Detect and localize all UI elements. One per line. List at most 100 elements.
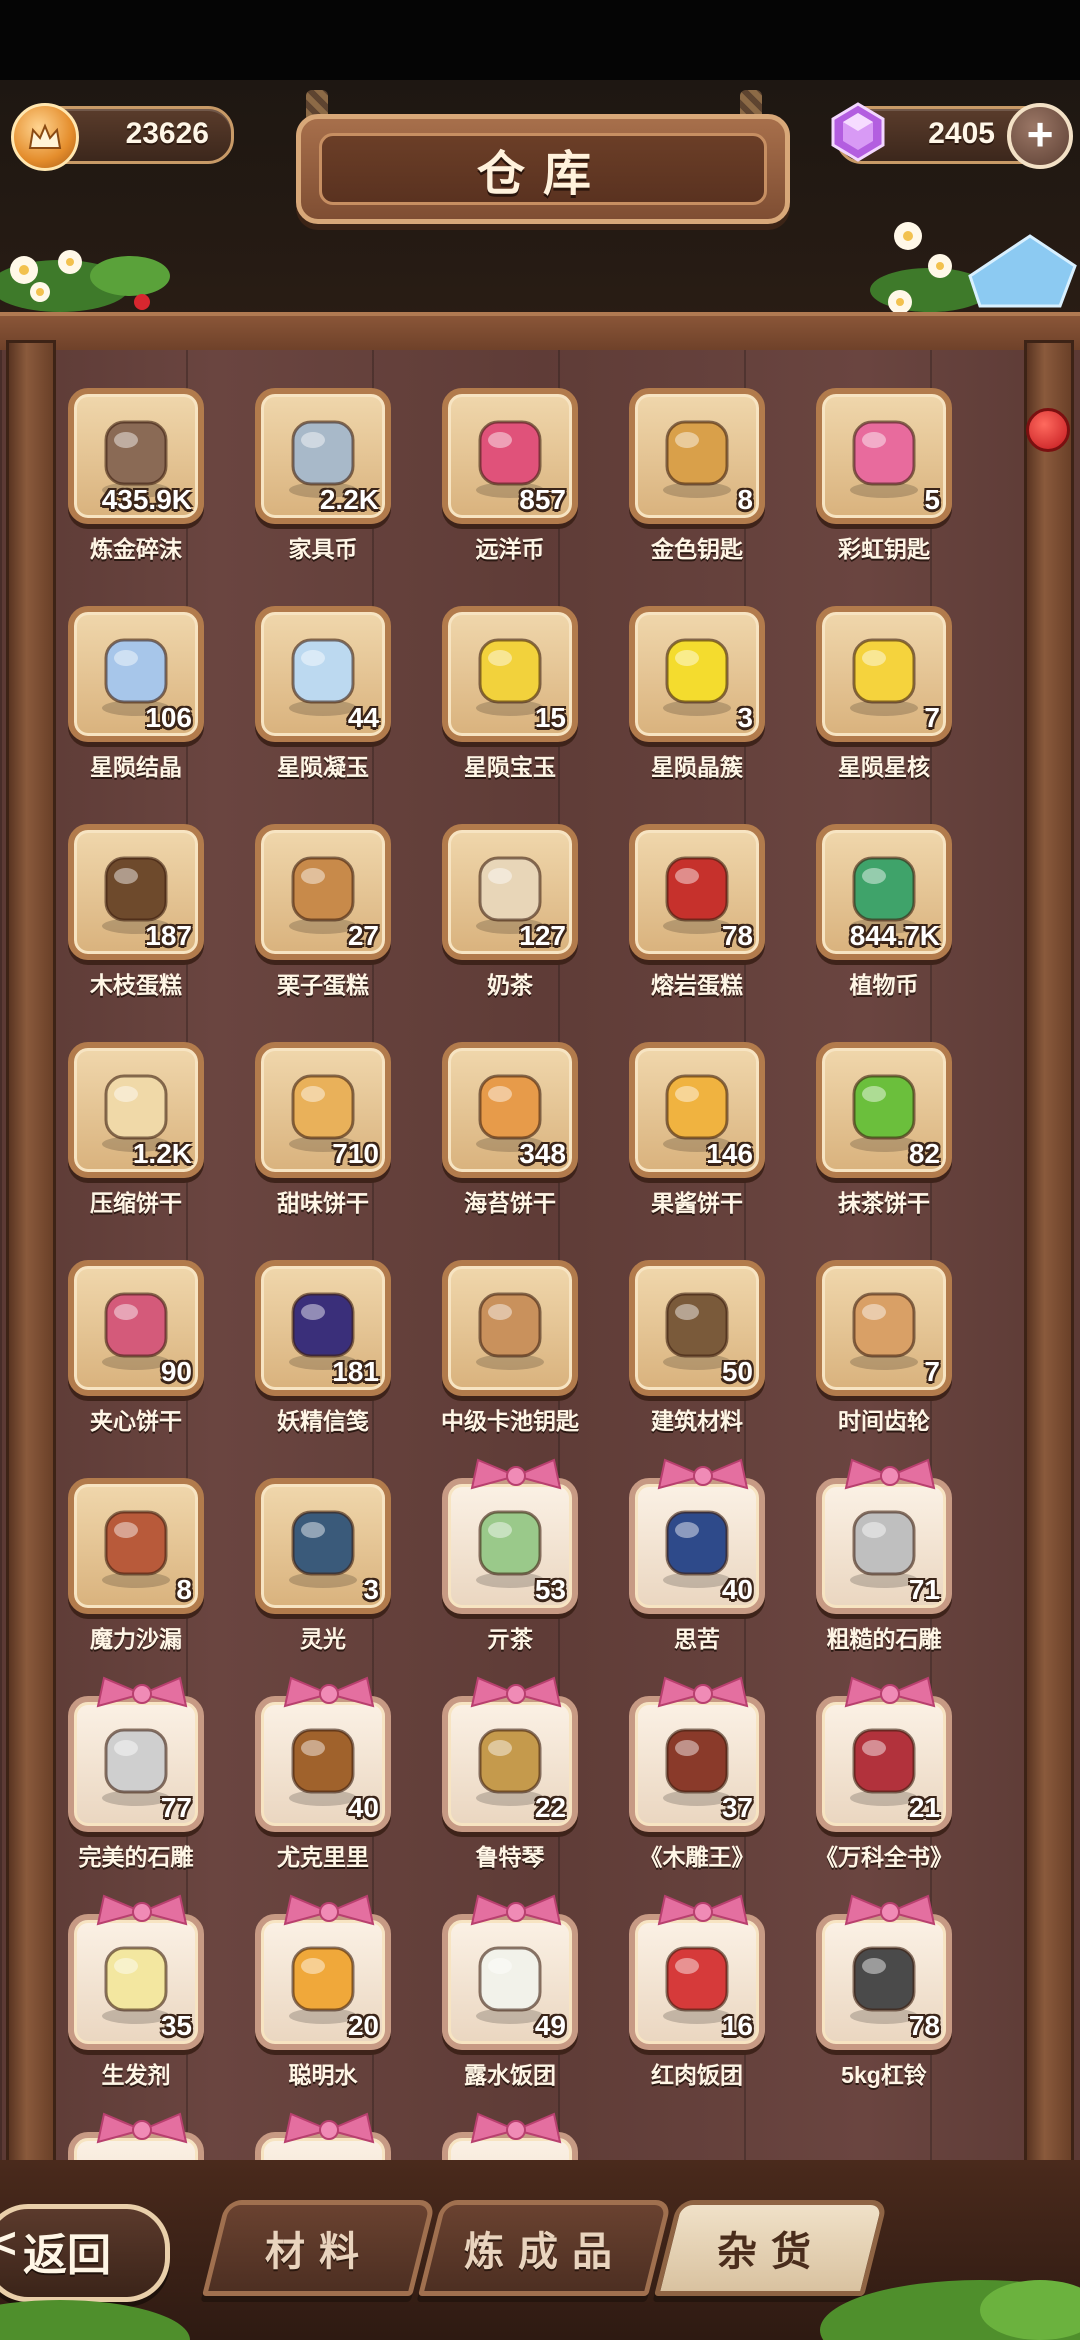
inventory-item[interactable]: 435.9K 炼金碎沫 bbox=[68, 388, 228, 588]
item-name: 妖精信笺 bbox=[277, 1408, 369, 1434]
item-tile[interactable]: 146 bbox=[629, 1042, 765, 1178]
inventory-item[interactable]: 710 甜味饼干 bbox=[255, 1042, 415, 1242]
item-tile[interactable]: 181 bbox=[255, 1260, 391, 1396]
inventory-item[interactable]: 146 果酱饼干 bbox=[629, 1042, 789, 1242]
add-gem-button[interactable]: + bbox=[1007, 103, 1073, 169]
item-tile[interactable]: 1.2K bbox=[68, 1042, 204, 1178]
item-count: 15 bbox=[534, 702, 566, 733]
item-tile[interactable]: 37 bbox=[629, 1676, 765, 1832]
inventory-item[interactable]: 35 生发剂 bbox=[68, 1894, 228, 2114]
item-tile[interactable]: 8 bbox=[629, 388, 765, 524]
item-count: 7 bbox=[924, 1356, 940, 1387]
item-count: 181 bbox=[332, 1356, 379, 1387]
inventory-item[interactable]: 90 夹心饼干 bbox=[68, 1260, 228, 1460]
ribbon-bow-icon bbox=[96, 1676, 188, 1708]
inventory-item[interactable]: 77 完美的石雕 bbox=[68, 1676, 228, 1896]
item-tile[interactable]: 710 bbox=[255, 1042, 391, 1178]
item-tile[interactable]: 40 bbox=[255, 1676, 391, 1832]
inventory-item[interactable]: 3 星陨晶簇 bbox=[629, 606, 789, 806]
item-tile[interactable]: 435.9K bbox=[68, 388, 204, 524]
item-name: 抹茶饼干 bbox=[838, 1190, 930, 1216]
inventory-item[interactable]: 5 彩虹钥匙 bbox=[816, 388, 976, 588]
item-tile[interactable]: 106 bbox=[68, 606, 204, 742]
item-count: 146 bbox=[706, 1138, 753, 1169]
ribbon-bow-icon bbox=[283, 1894, 375, 1926]
inventory-item[interactable]: 15 星陨宝玉 bbox=[442, 606, 602, 806]
item-tile[interactable]: 857 bbox=[442, 388, 578, 524]
item-count: 348 bbox=[519, 1138, 566, 1169]
item-tile[interactable]: 5 bbox=[816, 388, 952, 524]
item-tile[interactable]: 78 bbox=[816, 1894, 952, 2050]
item-tile[interactable]: 35 bbox=[68, 1894, 204, 2050]
inventory-item[interactable]: 53 亓茶 bbox=[442, 1458, 602, 1678]
inventory-item[interactable]: 49 露水饭团 bbox=[442, 1894, 602, 2114]
inventory-item[interactable]: 187 木枝蛋糕 bbox=[68, 824, 228, 1024]
item-tile[interactable]: 82 bbox=[816, 1042, 952, 1178]
inventory-grid: 435.9K 炼金碎沫 2.2K 家具币 857 远洋币 8 金色钥匙 5 彩虹钥匙 106 星陨结晶… bbox=[68, 388, 1008, 2228]
inventory-item[interactable]: 78 5kg杠铃 bbox=[816, 1894, 976, 2114]
inventory-item[interactable]: 71 粗糙的石雕 bbox=[816, 1458, 976, 1678]
inventory-item[interactable]: 21 《万科全书》 bbox=[815, 1676, 976, 1896]
inventory-item[interactable]: 40 尤克里里 bbox=[255, 1676, 415, 1896]
ribbon-bow-icon bbox=[283, 1676, 375, 1708]
item-count: 27 bbox=[347, 920, 379, 951]
inventory-item[interactable]: 3 灵光 bbox=[255, 1478, 415, 1678]
item-name: 《万科全书》 bbox=[815, 1844, 953, 1870]
inventory-item[interactable]: 8 魔力沙漏 bbox=[68, 1478, 228, 1678]
item-tile[interactable]: 53 bbox=[442, 1458, 578, 1614]
inventory-item[interactable]: 857 远洋币 bbox=[442, 388, 602, 588]
inventory-item[interactable]: 1.2K 压缩饼干 bbox=[68, 1042, 228, 1242]
item-tile[interactable]: 21 bbox=[816, 1676, 952, 1832]
inventory-item[interactable]: 44 星陨凝玉 bbox=[255, 606, 415, 806]
item-tile[interactable]: 7 bbox=[816, 1260, 952, 1396]
item-tile[interactable]: 71 bbox=[816, 1458, 952, 1614]
item-tile[interactable]: 40 bbox=[629, 1458, 765, 1614]
inventory-item[interactable]: 82 抹茶饼干 bbox=[816, 1042, 976, 1242]
inventory-item[interactable]: 2.2K 家具币 bbox=[255, 388, 415, 588]
item-tile[interactable]: 7 bbox=[816, 606, 952, 742]
inventory-item[interactable]: 348 海苔饼干 bbox=[442, 1042, 602, 1242]
item-tile[interactable]: 3 bbox=[255, 1478, 391, 1614]
item-name: 魔力沙漏 bbox=[90, 1626, 182, 1652]
item-tile[interactable]: 3 bbox=[629, 606, 765, 742]
inventory-item[interactable]: 22 鲁特琴 bbox=[442, 1676, 602, 1896]
inventory-item[interactable]: 50 建筑材料 bbox=[629, 1260, 789, 1460]
inventory-item[interactable]: 7 时间齿轮 bbox=[816, 1260, 976, 1460]
item-tile[interactable]: 2.2K bbox=[255, 388, 391, 524]
inventory-item[interactable]: 40 思苦 bbox=[629, 1458, 789, 1678]
item-tile[interactable]: 90 bbox=[68, 1260, 204, 1396]
inventory-item[interactable]: 7 星陨星核 bbox=[816, 606, 976, 806]
item-tile[interactable]: 16 bbox=[629, 1894, 765, 2050]
inventory-item[interactable]: 78 熔岩蛋糕 bbox=[629, 824, 789, 1024]
item-tile[interactable]: 78 bbox=[629, 824, 765, 960]
inventory-item[interactable]: 844.7K 植物币 bbox=[816, 824, 976, 1024]
ladybug-icon[interactable] bbox=[1026, 408, 1070, 452]
item-tile[interactable]: 49 bbox=[442, 1894, 578, 2050]
item-tile[interactable]: 50 bbox=[629, 1260, 765, 1396]
item-tile[interactable]: 127 bbox=[442, 824, 578, 960]
item-tile[interactable]: 8 bbox=[68, 1478, 204, 1614]
inventory-item[interactable]: 181 妖精信笺 bbox=[255, 1260, 415, 1460]
item-tile[interactable]: 15 bbox=[442, 606, 578, 742]
item-count: 78 bbox=[721, 920, 753, 951]
inventory-item[interactable]: 127 奶茶 bbox=[442, 824, 602, 1024]
item-tile[interactable]: 44 bbox=[255, 606, 391, 742]
item-tile[interactable]: 77 bbox=[68, 1676, 204, 1832]
leaf-decoration-bottom bbox=[0, 2280, 1080, 2340]
inventory-item[interactable]: 37 《木雕王》 bbox=[629, 1676, 789, 1896]
inventory-item[interactable]: 27 栗子蛋糕 bbox=[255, 824, 415, 1024]
ribbon-bow-icon bbox=[657, 1676, 749, 1708]
item-tile[interactable]: 20 bbox=[255, 1894, 391, 2050]
item-tile[interactable]: 844.7K bbox=[816, 824, 952, 960]
item-tile[interactable]: 187 bbox=[68, 824, 204, 960]
inventory-item[interactable]: 20 聪明水 bbox=[255, 1894, 415, 2114]
item-tile[interactable]: 348 bbox=[442, 1042, 578, 1178]
inventory-item[interactable]: 中级卡池钥匙 bbox=[441, 1260, 602, 1460]
item-tile[interactable] bbox=[442, 1260, 578, 1396]
item-tile[interactable]: 27 bbox=[255, 824, 391, 960]
inventory-item[interactable]: 8 金色钥匙 bbox=[629, 388, 789, 588]
item-name: 鲁特琴 bbox=[475, 1844, 545, 1870]
item-tile[interactable]: 22 bbox=[442, 1676, 578, 1832]
inventory-item[interactable]: 106 星陨结晶 bbox=[68, 606, 228, 806]
inventory-item[interactable]: 16 红肉饭团 bbox=[629, 1894, 789, 2114]
